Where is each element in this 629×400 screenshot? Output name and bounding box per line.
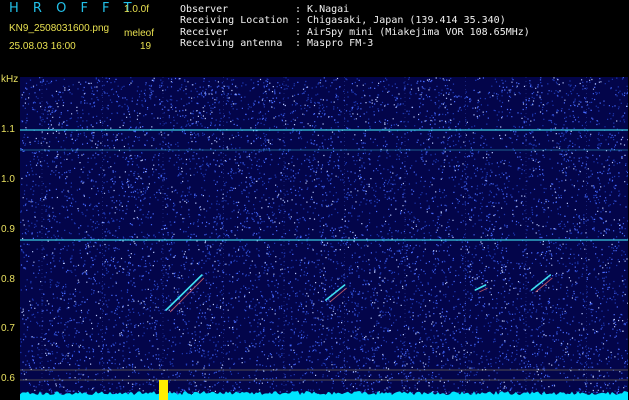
filename-label: KN9_2508031600.png [9,23,110,34]
meteor-echo-0 [165,274,203,311]
y-tick-0.6: 0.6 [1,373,15,384]
y-tick-1.0: 1.0 [1,174,15,185]
noise-mid [20,77,628,400]
info-value-location: : Chigasaki, Japan (139.414 35.340) [295,15,506,26]
y-tick-0.7: 0.7 [1,323,15,334]
noise-dim [20,77,628,400]
y-axis-unit: kHz [1,74,19,85]
y-tick-0.9: 0.9 [1,224,15,235]
info-value-antenna: : Maspro FM-3 [295,38,374,49]
y-tick-1.1: 1.1 [1,124,15,135]
info-label-antenna: Receiving antenna [180,38,283,49]
noise-bright [21,77,628,400]
meleor-label: meleof [124,28,155,39]
app-title: H R O F F T [9,1,137,16]
baseline-layer [20,380,628,400]
signal-layer [20,129,628,381]
meleor-count: 19 [140,41,152,52]
power-baseline [20,391,628,400]
noise-layer [20,77,628,400]
spectrogram-svg [20,77,628,400]
power-peak-1603 [159,380,168,400]
datetime-label: 25.08.03 16:00 [9,41,76,52]
spectrogram-plot [20,77,628,400]
meteor-echo-trail-0 [169,277,205,313]
y-tick-0.8: 0.8 [1,274,15,285]
info-label-location: Receiving Location [180,15,289,26]
version-label: 1.0.0f [124,4,150,15]
